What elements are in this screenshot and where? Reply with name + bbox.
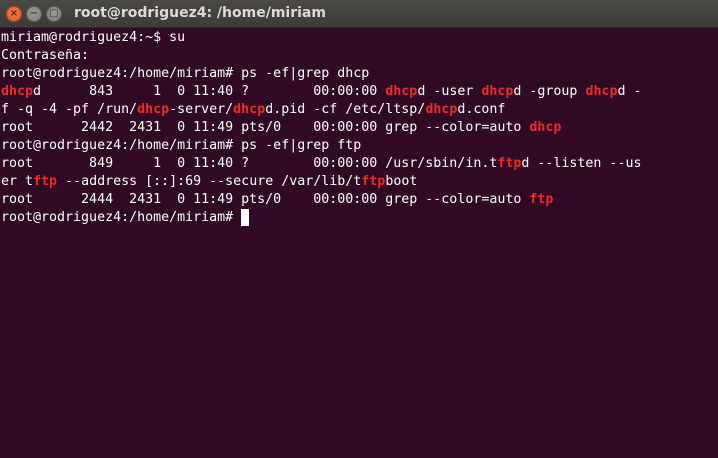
terminal-text: f -q -4 -pf /run/ [1,102,138,117]
terminal-text: d - [617,84,642,99]
terminal-text: --address [::]:69 --secure /var/lib/t [57,174,362,189]
terminal-text: d 843 1 0 11:40 ? 00:00:00 [33,84,386,99]
grep-match: ftp [33,174,58,189]
minimize-icon[interactable]: − [26,6,42,22]
terminal-line: f -q -4 -pf /run/dhcp-server/dhcpd.pid -… [1,101,718,119]
terminal-line: root 2442 2431 0 11:49 pts/0 00:00:00 gr… [1,119,718,137]
terminal-line: root@rodriguez4:/home/miriam# ps -ef|gre… [1,65,718,83]
terminal-line: root@rodriguez4:/home/miriam# ps -ef|gre… [1,137,718,155]
terminal-text: Contraseña: [1,48,90,63]
grep-match: dhcp [137,102,170,117]
terminal-text: root@rodriguez4:/home/miriam# [1,210,242,225]
grep-match: dhcp [425,102,458,117]
grep-match: dhcp [481,84,514,99]
grep-match: dhcp [529,120,562,135]
title-bar[interactable]: × − □ root@rodriguez4: /home/miriam [0,0,718,28]
grep-match: ftp [497,156,522,171]
terminal-window: × − □ root@rodriguez4: /home/miriam miri… [0,0,718,458]
grep-match: dhcp [585,84,618,99]
terminal-text: root@rodriguez4:/home/miriam# ps -ef|gre… [1,66,370,81]
terminal-text: root 849 1 0 11:40 ? 00:00:00 /usr/sbin/… [1,156,498,171]
grep-match: dhcp [1,84,34,99]
grep-match: ftp [529,192,554,207]
terminal-text: d --listen --us [521,156,642,171]
terminal-text: miriam@rodriguez4:~$ su [1,30,186,45]
maximize-icon[interactable]: □ [46,6,62,22]
grep-match: ftp [361,174,386,189]
terminal-text: root 2442 2431 0 11:49 pts/0 00:00:00 gr… [1,120,530,135]
terminal-text: er t [1,174,34,189]
terminal-text: root@rodriguez4:/home/miriam# ps -ef|gre… [1,138,362,153]
window-title: root@rodriguez4: /home/miriam [74,5,326,21]
terminal-line: root 849 1 0 11:40 ? 00:00:00 /usr/sbin/… [1,155,718,173]
terminal-line: miriam@rodriguez4:~$ su [1,29,718,47]
terminal-line: er tftp --address [::]:69 --secure /var/… [1,173,718,191]
close-icon[interactable]: × [6,6,22,22]
terminal-line: dhcpd 843 1 0 11:40 ? 00:00:00 dhcpd -us… [1,83,718,101]
text-cursor [241,209,250,226]
terminal-text: d.conf [457,102,506,117]
terminal-text: d.pid -cf /etc/ltsp/ [265,102,426,117]
terminal-output[interactable]: miriam@rodriguez4:~$ su Contraseña: root@r… [1,29,718,458]
terminal-text: boot [385,174,418,189]
terminal-line: root 2444 2431 0 11:49 pts/0 00:00:00 gr… [1,191,718,209]
terminal-text: root 2444 2431 0 11:49 pts/0 00:00:00 gr… [1,192,530,207]
terminal-text: d -user [417,84,482,99]
terminal-text: -server/ [169,102,234,117]
terminal-line: root@rodriguez4:/home/miriam# [1,209,718,227]
grep-match: dhcp [233,102,266,117]
terminal-line: Contraseña: [1,47,718,65]
terminal-text: d -group [513,84,586,99]
grep-match: dhcp [385,84,418,99]
